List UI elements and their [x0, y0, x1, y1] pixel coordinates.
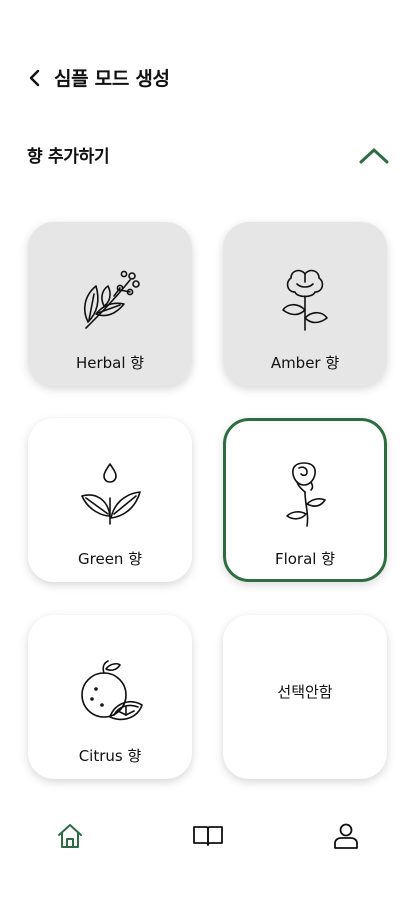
scent-card-floral[interactable]: Floral 향 [223, 418, 387, 582]
nav-book[interactable] [186, 816, 230, 856]
orange-icon [81, 660, 143, 721]
scent-card-label: Citrus 향 [78, 747, 142, 765]
collapse-button[interactable] [356, 142, 392, 170]
home-icon [58, 824, 82, 848]
scent-card-label: Floral 향 [274, 550, 336, 568]
cotton-flower-icon [282, 269, 328, 331]
scent-card-amber[interactable]: Amber 향 [223, 222, 387, 386]
chevron-left-icon [29, 69, 40, 87]
nav-profile[interactable] [324, 816, 368, 856]
herb-branch-icon [83, 270, 140, 329]
nav-home[interactable] [48, 816, 92, 856]
section-title: 향 추가하기 [27, 147, 110, 167]
add-scent-section-header: 향 추가하기 [0, 136, 415, 176]
bottom-nav [0, 800, 415, 870]
user-icon [334, 823, 358, 849]
rose-icon [286, 462, 326, 527]
back-button[interactable] [24, 66, 46, 90]
page-title: 심플 모드 생성 [54, 68, 170, 90]
scent-card-label: Green 향 [78, 550, 142, 568]
scent-card-label: Herbal 향 [75, 354, 145, 372]
scent-card-herbal[interactable]: Herbal 향 [28, 222, 192, 386]
scent-card-label: 선택안함 [277, 683, 333, 701]
scent-card-none[interactable]: 선택안함 [223, 615, 387, 779]
header: 심플 모드 생성 [0, 56, 415, 100]
scent-card-label: Amber 향 [270, 354, 340, 372]
scent-card-citrus[interactable]: Citrus 향 [28, 615, 192, 779]
scent-card-green[interactable]: Green 향 [28, 418, 192, 582]
book-icon [193, 826, 223, 846]
chevron-up-icon [359, 148, 389, 164]
sprout-drop-icon [81, 463, 141, 525]
